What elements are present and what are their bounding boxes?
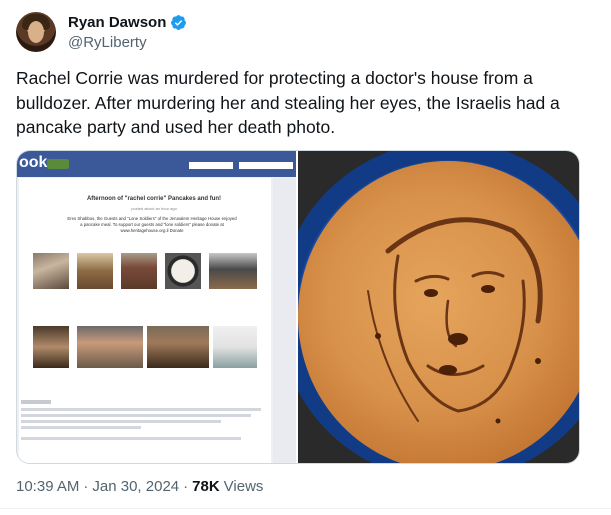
verified-badge-icon[interactable] bbox=[170, 14, 187, 31]
tweet-meta: 10:39 AM · Jan 30, 2024 · 78K Views bbox=[16, 478, 263, 495]
media-image-facebook-screenshot[interactable]: ook Afternoon of "rachel corrie" Pancake… bbox=[17, 151, 296, 463]
post-body: Eres Shabbos, the Guests and "Lone Soldi… bbox=[67, 216, 237, 233]
facebook-post: Afternoon of "rachel corrie" Pancakes an… bbox=[19, 178, 271, 463]
meta-separator: · bbox=[83, 478, 89, 495]
author-handle[interactable]: @RyLiberty bbox=[68, 34, 147, 51]
photo-thumbnail bbox=[147, 326, 209, 368]
photo-thumbnail bbox=[33, 253, 69, 289]
divider bbox=[0, 508, 611, 509]
post-timestamp: posted about an hour ago bbox=[131, 206, 177, 211]
facebook-signup-button bbox=[47, 159, 69, 169]
photo-thumbnail bbox=[213, 326, 257, 368]
author-name[interactable]: Ryan Dawson bbox=[68, 14, 166, 31]
facebook-top-bar: ook bbox=[17, 151, 296, 177]
author-name-row: Ryan Dawson bbox=[68, 14, 187, 31]
photo-thumbnail bbox=[209, 253, 257, 289]
photo-thumbnail bbox=[33, 326, 69, 368]
facebook-logo: ook bbox=[19, 154, 48, 171]
post-comments-area bbox=[21, 400, 269, 440]
post-title: Afternoon of "rachel corrie" Pancakes an… bbox=[86, 196, 222, 202]
views-label: Views bbox=[223, 478, 264, 495]
views-count[interactable]: 78K bbox=[192, 478, 220, 495]
facebook-password-field bbox=[239, 162, 293, 169]
photo-thumbnail bbox=[165, 253, 201, 289]
media-image-pancake[interactable] bbox=[298, 151, 579, 463]
facebook-sidebar bbox=[273, 178, 296, 463]
face-outline-drawing bbox=[367, 217, 543, 424]
photo-thumbnail bbox=[77, 326, 143, 368]
photo-thumbnail bbox=[77, 253, 113, 289]
avatar[interactable] bbox=[16, 12, 56, 52]
tweet-date[interactable]: Jan 30, 2024 bbox=[92, 478, 179, 495]
facebook-email-field bbox=[189, 162, 233, 169]
tweet-time[interactable]: 10:39 AM bbox=[16, 478, 79, 495]
media-grid[interactable]: ook Afternoon of "rachel corrie" Pancake… bbox=[16, 150, 580, 464]
tweet-header: Ryan Dawson @RyLiberty bbox=[16, 12, 596, 56]
pancake bbox=[298, 161, 579, 463]
meta-separator: · bbox=[183, 478, 189, 495]
tweet-text: Rachel Corrie was murdered for protectin… bbox=[16, 68, 560, 137]
photo-thumbnail bbox=[121, 253, 157, 289]
